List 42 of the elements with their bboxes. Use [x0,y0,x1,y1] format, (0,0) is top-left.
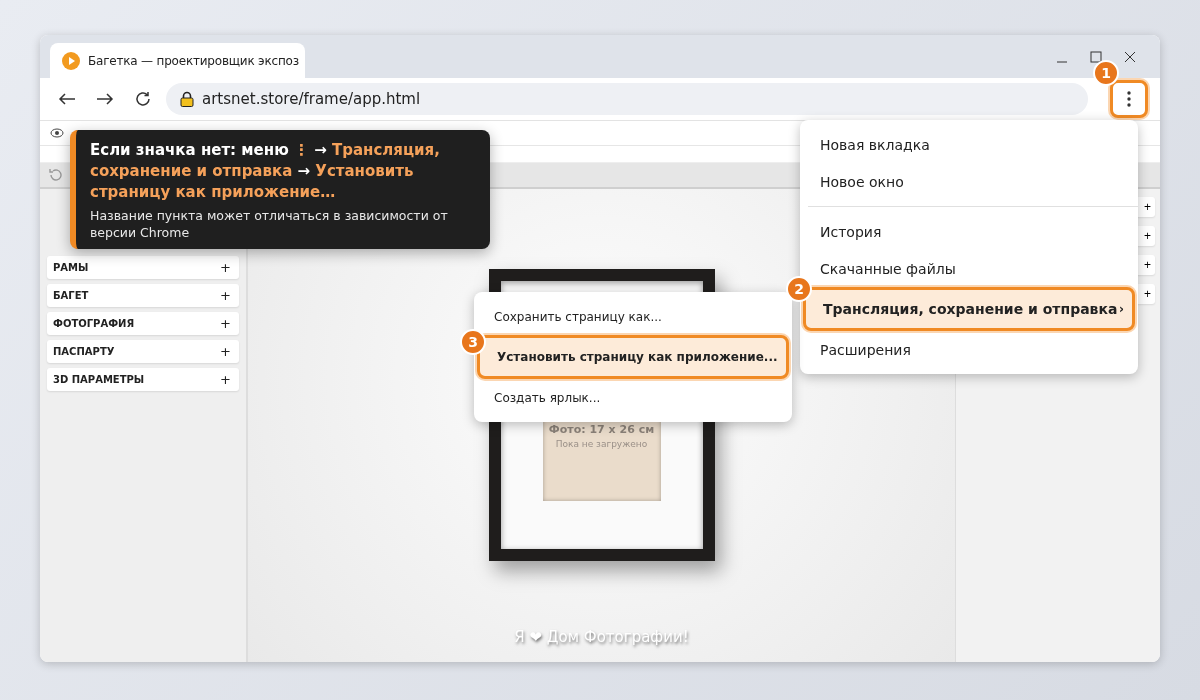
menu-item[interactable]: Установить страницу как приложение... [477,335,789,379]
accordion-section[interactable]: ФОТОГРАФИЯ + [47,312,239,335]
accordion-section[interactable]: БАГЕТ + [47,284,239,307]
hint-note: Название пункта может отличаться в зависимости от версии Chrome [90,207,449,241]
lock-icon [180,91,194,107]
hint-title: Если значка нет: меню ⋮ → Трансляция, сохранение и отправка → Установить страницу как приложение… [90,140,441,203]
reload-icon [134,90,152,108]
section-title: 3D ПАРАМЕТРЫ [53,374,145,385]
section-title: ПАСПАРТУ [53,346,115,357]
menu-item[interactable]: Расширения [800,331,1138,368]
section-title: ФОТОГРАФИЯ [53,318,135,329]
photo-status: Пока не загружено [555,439,648,449]
address-bar[interactable]: artsnet.store/frame/app.html [166,83,1088,115]
back-arrow-icon [58,92,76,106]
section-title: РАМЫ [53,262,89,273]
plus-icon: + [220,288,231,303]
play-logo-icon [62,51,80,70]
more-vertical-icon [1127,91,1131,107]
accordion-section[interactable]: ПАСПАРТУ + [47,340,239,363]
menu-item[interactable]: Новая вкладка [800,126,1138,163]
forward-arrow-icon [96,92,114,106]
accordion-section[interactable]: РАМЫ + [47,256,239,279]
section-title: БАГЕТ [53,290,89,301]
eye-icon [50,128,64,138]
plus-icon: + [220,372,231,387]
menu-item[interactable]: Трансляция, сохранение и отправка› [803,287,1135,331]
plus-icon: + [220,316,231,331]
maximize-icon[interactable] [1090,50,1102,63]
close-icon[interactable] [1124,50,1136,63]
menu-item[interactable]: История [800,213,1138,250]
chevron-right-icon: › [1119,302,1124,316]
url-text: artsnet.store/frame/app.html [202,90,421,108]
more-menu-button[interactable] [1110,80,1148,118]
plus-icon: + [220,344,231,359]
tab-title: Багетка — проектировщик экспоз [88,53,299,68]
menu-item[interactable]: Создать ярлык... [474,379,792,416]
footer-slogan: Я ❤ Дом Фотографии! [514,628,689,646]
accordion-section[interactable]: 3D ПАРАМЕТРЫ + [47,368,239,391]
photo-size-label: Фото: 17 x 26 см [548,423,655,436]
plus-icon: + [220,260,231,275]
menu-item[interactable]: Новое окно [800,163,1138,200]
browser-tab[interactable]: Багетка — проектировщик экспоз [50,43,305,78]
